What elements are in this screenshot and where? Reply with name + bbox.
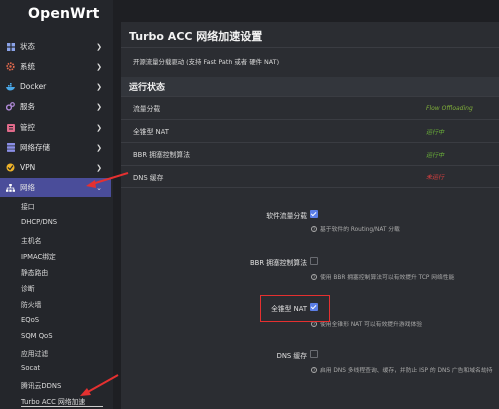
submenu-item-firewall[interactable]: 防火墙 xyxy=(21,299,41,309)
status-row: DNS 缓存 未运行 xyxy=(121,165,499,188)
sidebar-item-vpn[interactable]: VPN ❯ xyxy=(0,158,111,177)
status-value: Flow Offloading xyxy=(426,104,473,112)
submenu-item-diagnostics[interactable]: 诊断 xyxy=(21,283,35,293)
status-key: BBR 拥塞控制算法 xyxy=(133,151,190,159)
page-description: 开源流量分载驱动 (支持 Fast Path 或者 硬件 NAT) xyxy=(133,58,280,66)
gear-icon xyxy=(6,62,15,71)
network-icon xyxy=(6,183,15,192)
software-offload-checkbox[interactable] xyxy=(310,210,318,218)
option-label-software-offload: 软件流量分载 xyxy=(266,212,307,220)
docker-icon xyxy=(6,82,15,91)
chevron-right-icon: ❯ xyxy=(96,123,102,132)
help-icon: ? xyxy=(311,366,317,373)
vpn-icon xyxy=(6,163,15,172)
sidebar-item-label: VPN xyxy=(20,163,36,172)
submenu-item-ipmac[interactable]: IPMAC绑定 xyxy=(21,251,56,261)
help-text: ? 使用 BBR 拥塞控制算法可以有效提升 TCP 网络性能 xyxy=(311,272,454,281)
chevron-down-icon: ⌄ xyxy=(96,183,102,192)
chevron-right-icon: ❯ xyxy=(96,82,102,91)
help-text-content: 启用 DNS 多线程查询、缓存，并防止 ISP 的 DNS 广告和域名劫持 xyxy=(320,368,493,374)
services-icon xyxy=(6,102,15,111)
sidebar: OpenWrt 状态 ❯ 系统 ❯ Docker ❯ 服务 ❯ 管控 ❯ 网络存… xyxy=(0,0,113,409)
sidebar-item-status[interactable]: 状态 ❯ xyxy=(0,37,111,56)
status-row: BBR 拥塞控制算法 运行中 xyxy=(121,142,499,165)
dns-cache-checkbox[interactable] xyxy=(310,350,318,358)
chevron-right-icon: ❯ xyxy=(96,102,102,111)
option-label-bbr: BBR 拥塞控制算法 xyxy=(250,259,307,267)
bbr-checkbox[interactable] xyxy=(310,257,318,265)
section-title: 运行状态 xyxy=(129,83,166,93)
chevron-right-icon: ❯ xyxy=(96,163,102,172)
sidebar-item-network[interactable]: 网络 ⌄ xyxy=(0,178,111,197)
status-key: DNS 缓存 xyxy=(133,173,164,182)
dashboard-icon xyxy=(6,42,15,51)
help-text: ? 启用 DNS 多线程查询、缓存，并防止 ISP 的 DNS 广告和域名劫持 xyxy=(311,365,492,374)
help-icon: ? xyxy=(311,273,317,280)
sidebar-item-control[interactable]: 管控 ❯ xyxy=(0,118,111,137)
storage-icon xyxy=(6,143,15,152)
status-row: 流量分载 Flow Offloading xyxy=(121,96,499,119)
help-text-content: 基于软件的 Routing/NAT 分载 xyxy=(320,227,400,233)
submenu-item-dhcp-dns[interactable]: DHCP/DNS xyxy=(21,218,57,226)
submenu-item-eqos[interactable]: EQoS xyxy=(21,316,39,324)
submenu-item-sqm-qos[interactable]: SQM QoS xyxy=(21,332,53,340)
main-panel: Turbo ACC 网络加速设置 开源流量分载驱动 (支持 Fast Path … xyxy=(121,22,499,409)
chevron-right-icon: ❯ xyxy=(96,143,102,152)
sidebar-item-docker[interactable]: Docker ❯ xyxy=(0,77,111,96)
submenu-item-turbo-acc[interactable]: Turbo ACC 网络加速 xyxy=(21,396,85,406)
sidebar-item-label: 网络 xyxy=(20,183,35,192)
option-label-dns-cache: DNS 缓存 xyxy=(276,352,307,360)
submenu-item-socat[interactable]: Socat xyxy=(21,364,40,372)
status-key: 全锥型 NAT xyxy=(133,128,169,136)
sidebar-item-services[interactable]: 服务 ❯ xyxy=(0,97,111,116)
sidebar-item-system[interactable]: 系统 ❯ xyxy=(0,57,111,76)
openwrt-logo: OpenWrt xyxy=(28,6,100,22)
status-value: 运行中 xyxy=(426,151,445,159)
sidebar-item-label: 服务 xyxy=(20,102,35,111)
status-value: 运行中 xyxy=(426,128,445,136)
chevron-right-icon: ❯ xyxy=(96,42,102,51)
submenu-item-hostnames[interactable]: 主机名 xyxy=(21,235,41,245)
help-icon: ? xyxy=(311,225,317,232)
sidebar-item-storage[interactable]: 网络存储 ❯ xyxy=(0,138,111,157)
sidebar-item-label: 管控 xyxy=(20,123,35,132)
active-underline xyxy=(21,406,103,407)
sidebar-item-label: 状态 xyxy=(20,42,35,51)
status-value: 未运行 xyxy=(426,174,445,181)
status-key: 流量分载 xyxy=(133,105,161,113)
help-text: ? 基于软件的 Routing/NAT 分载 xyxy=(311,224,400,233)
submenu-item-static-routes[interactable]: 静态路由 xyxy=(21,267,48,277)
submenu-item-tencent-ddns[interactable]: 腾讯云DDNS xyxy=(21,380,61,390)
sidebar-item-label: 网络存储 xyxy=(20,143,50,152)
divider xyxy=(121,47,499,48)
section-header xyxy=(121,77,499,96)
status-row: 全锥型 NAT 运行中 xyxy=(121,119,499,142)
page-title: Turbo ACC 网络加速设置 xyxy=(129,30,263,43)
help-text-content: 使用 BBR 拥塞控制算法可以有效提升 TCP 网络性能 xyxy=(320,275,455,281)
chevron-right-icon: ❯ xyxy=(96,62,102,71)
sidebar-item-label: 系统 xyxy=(20,62,35,71)
highlight-box xyxy=(260,295,330,322)
sidebar-item-label: Docker xyxy=(20,82,47,91)
help-text-content: 使用全锥形 NAT 可以有效提升游戏体验 xyxy=(320,322,423,328)
control-icon xyxy=(6,123,15,132)
submenu-item-interfaces[interactable]: 接口 xyxy=(21,201,35,211)
submenu-item-app-filter[interactable]: 应用过滤 xyxy=(21,348,48,358)
